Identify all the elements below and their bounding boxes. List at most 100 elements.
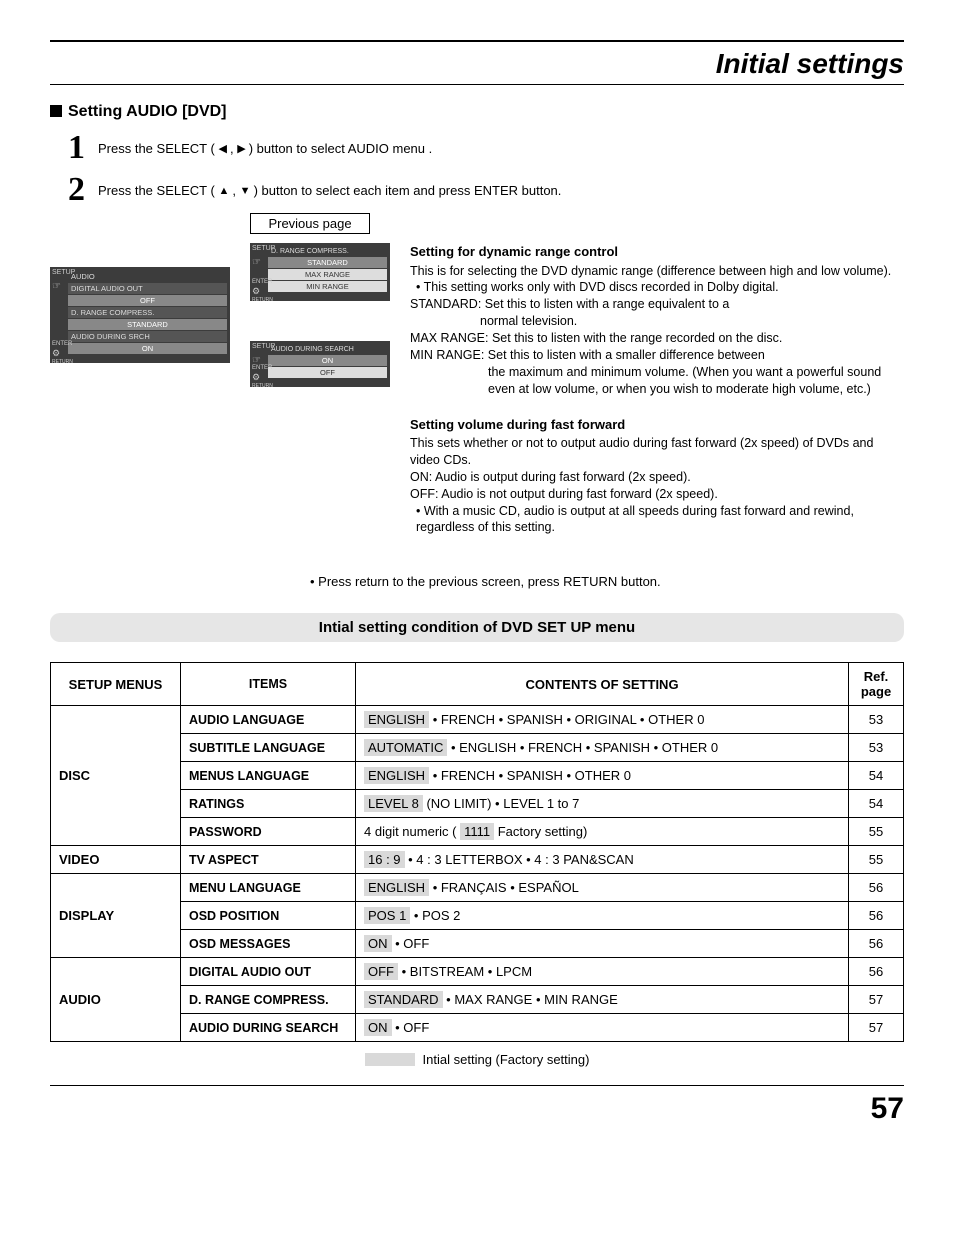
- ref-page-cell: 54: [849, 790, 904, 818]
- rule-bottom: [50, 1085, 904, 1086]
- contents-cell: 4 digit numeric ( 1111 Factory setting): [356, 818, 849, 846]
- item-cell: AUDIO DURING SEARCH: [181, 1014, 356, 1042]
- rule-top: [50, 40, 904, 42]
- contents-cell: ON • OFF: [356, 930, 849, 958]
- osd-value: ON: [68, 343, 227, 354]
- osd-enter-label: ENTER: [252, 279, 272, 285]
- osd-setup-label: SETUP: [252, 343, 275, 350]
- legend-text: Intial setting (Factory setting): [423, 1052, 590, 1067]
- contents-cell: ENGLISH • FRANÇAIS • ESPAÑOL: [356, 874, 849, 902]
- contents-cell: AUTOMATIC • ENGLISH • FRENCH • SPANISH •…: [356, 734, 849, 762]
- ref-page-cell: 53: [849, 706, 904, 734]
- setup-menu-cell: AUDIO: [51, 958, 181, 1042]
- factory-setting-highlight: OFF: [364, 963, 398, 980]
- th-setup-menus: SETUP MENUS: [51, 663, 181, 706]
- section-heading-text: Setting AUDIO [DVD]: [68, 103, 227, 120]
- factory-setting-highlight: ON: [364, 1019, 392, 1036]
- setup-menu-cell: DISC: [51, 706, 181, 846]
- desc-line: STANDARD: Set this to listen with a rang…: [410, 296, 904, 313]
- step-1: 1 Press the SELECT ( ◀ , ▶ ) button to s…: [68, 131, 904, 165]
- osd-row: AUDIO DURING SRCH: [68, 331, 227, 342]
- osd-main: SETUP ☞ AUDIO DIGITAL AUDIO OUT OFF D. R…: [50, 267, 230, 363]
- setup-table: SETUP MENUS ITEMS CONTENTS OF SETTING Re…: [50, 662, 904, 1042]
- contents-cell: STANDARD • MAX RANGE • MIN RANGE: [356, 986, 849, 1014]
- previous-page-box: Previous page: [250, 213, 370, 234]
- ref-page-cell: 55: [849, 818, 904, 846]
- dial-icon: ⚙: [52, 348, 60, 359]
- osd-option: MIN RANGE: [268, 281, 387, 292]
- desc-line: MAX RANGE: Set this to listen with the r…: [410, 330, 904, 347]
- table-heading-band: Intial setting condition of DVD SET UP m…: [50, 613, 904, 642]
- desc-line: This sets whether or not to output audio…: [410, 435, 904, 469]
- ref-page-cell: 56: [849, 902, 904, 930]
- desc-line: the maximum and minimum volume. (When yo…: [410, 364, 904, 398]
- item-cell: TV ASPECT: [181, 846, 356, 874]
- item-cell: AUDIO LANGUAGE: [181, 706, 356, 734]
- osd-row: DIGITAL AUDIO OUT: [68, 283, 227, 294]
- contents-cell: 16 : 9 • 4 : 3 LETTERBOX • 4 : 3 PAN&SCA…: [356, 846, 849, 874]
- item-cell: RATINGS: [181, 790, 356, 818]
- diagram-right: Setting for dynamic range control This i…: [410, 217, 904, 554]
- step-2: 2 Press the SELECT ( ▲ , ▼ ) button to s…: [68, 173, 904, 207]
- osd-return-label: RETURN: [52, 359, 73, 365]
- osd-option: OFF: [268, 367, 387, 378]
- table-row: DISCAUDIO LANGUAGEENGLISH • FRENCH • SPA…: [51, 706, 904, 734]
- desc-line: This is for selecting the DVD dynamic ra…: [410, 263, 904, 280]
- ref-page-cell: 53: [849, 734, 904, 762]
- section-heading: Setting AUDIO [DVD]: [50, 103, 904, 121]
- th-contents: CONTENTS OF SETTING: [356, 663, 849, 706]
- desc-line: ON: Audio is output during fast forward …: [410, 469, 904, 486]
- osd-title: AUDIO DURING SEARCH: [268, 345, 387, 354]
- factory-setting-highlight: 1111: [460, 823, 494, 840]
- factory-setting-highlight: STANDARD: [364, 991, 443, 1008]
- osd-option: MAX RANGE: [268, 269, 387, 280]
- osd-option: ON: [268, 355, 387, 366]
- item-cell: PASSWORD: [181, 818, 356, 846]
- ref-page-cell: 55: [849, 846, 904, 874]
- ref-page-cell: 57: [849, 986, 904, 1014]
- step-1-text: Press the SELECT ( ◀ , ▶ ) button to sel…: [98, 131, 432, 156]
- factory-setting-highlight: ENGLISH: [364, 767, 429, 784]
- osd-title: D. RANGE COMPRESS.: [268, 247, 387, 256]
- desc-line: • This setting works only with DVD discs…: [410, 279, 904, 296]
- factory-setting-highlight: POS 1: [364, 907, 410, 924]
- ref-page-cell: 57: [849, 1014, 904, 1042]
- diagram-row: SETUP ☞ AUDIO DIGITAL AUDIO OUT OFF D. R…: [50, 217, 904, 554]
- step-1-post: ) button to select AUDIO menu .: [249, 141, 433, 156]
- header-row: Initial settings: [50, 48, 904, 80]
- th-ref: Ref. page: [849, 663, 904, 706]
- triangle-up-icon: ▲: [218, 185, 232, 197]
- contents-cell: OFF • BITSTREAM • LPCM: [356, 958, 849, 986]
- osd-enter-label: ENTER: [252, 365, 272, 371]
- osd-audiosearch: SETUP ☞ AUDIO DURING SEARCH ON OFF ENTER…: [250, 341, 390, 387]
- setup-menu-cell: VIDEO: [51, 846, 181, 874]
- item-cell: D. RANGE COMPRESS.: [181, 986, 356, 1014]
- step-1-pre: Press the SELECT (: [98, 141, 215, 156]
- contents-cell: LEVEL 8 (NO LIMIT) • LEVEL 1 to 7: [356, 790, 849, 818]
- osd-value: OFF: [68, 295, 227, 306]
- osd-value: STANDARD: [68, 319, 227, 330]
- desc-title: Setting volume during fast forward: [410, 416, 904, 434]
- osd-enter-label: ENTER: [52, 341, 72, 347]
- dial-icon: ⚙: [252, 372, 260, 383]
- ref-page-cell: 56: [849, 930, 904, 958]
- desc-audiosearch: Setting volume during fast forward This …: [410, 416, 904, 537]
- page: Initial settings Setting AUDIO [DVD] 1 P…: [0, 0, 954, 1156]
- osd-return-label: RETURN: [252, 383, 273, 389]
- item-cell: OSD POSITION: [181, 902, 356, 930]
- item-cell: MENU LANGUAGE: [181, 874, 356, 902]
- desc-line: MIN RANGE: Set this to listen with a sma…: [410, 347, 904, 364]
- item-cell: MENUS LANGUAGE: [181, 762, 356, 790]
- contents-cell: ENGLISH • FRENCH • SPANISH • OTHER 0: [356, 762, 849, 790]
- osd-setup-label: SETUP: [52, 269, 75, 276]
- legend: Intial setting (Factory setting): [50, 1052, 904, 1067]
- triangle-right-icon: ▶: [237, 143, 249, 155]
- factory-setting-highlight: ENGLISH: [364, 711, 429, 728]
- contents-cell: ENGLISH • FRENCH • SPANISH • ORIGINAL • …: [356, 706, 849, 734]
- desc-line: OFF: Audio is not output during fast for…: [410, 486, 904, 503]
- table-row: AUDIODIGITAL AUDIO OUTOFF • BITSTREAM • …: [51, 958, 904, 986]
- contents-cell: ON • OFF: [356, 1014, 849, 1042]
- triangle-left-icon: ◀: [218, 143, 230, 155]
- rule-under-title: [50, 84, 904, 85]
- desc-drange: Setting for dynamic range control This i…: [410, 243, 904, 398]
